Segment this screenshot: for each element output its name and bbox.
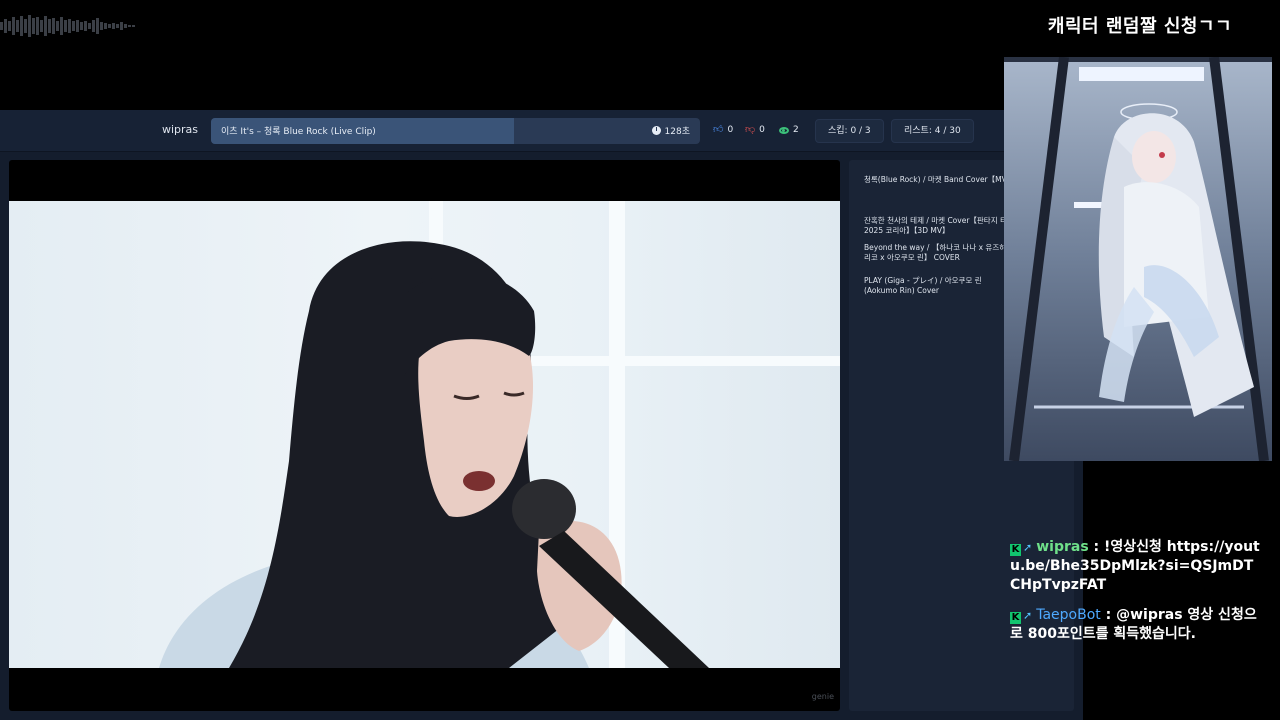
view-count: 2 xyxy=(793,125,799,135)
thumbs-up-icon: 👍︎ xyxy=(713,124,724,135)
remaining-time: 128초 xyxy=(651,124,690,137)
chat-nickname[interactable]: TaepoBot xyxy=(1036,607,1101,623)
dislike-button[interactable]: 👎︎ 0 xyxy=(745,124,765,136)
playlist-item[interactable]: Beyond the way / 【하나코 나나 x 유즈하 리코 x 아오쿠모… xyxy=(864,243,1014,263)
now-playing-title: 이츠 It's – 청록 Blue Rock (Live Clip) xyxy=(221,127,376,137)
sword-badge-icon: ➚ xyxy=(1023,541,1033,554)
skip-counter[interactable]: 스킵: 0 / 3 xyxy=(815,119,884,143)
like-count: 0 xyxy=(727,125,734,135)
playlist-item[interactable]: 잔혹한 천사의 테제 / 마켓 Cover【판타지 티빌 2025 코리아】【3… xyxy=(864,216,1014,236)
chat-message: K ➚ TaepoBot : @wipras 영상 신청으로 800포인트를 획득했… xyxy=(1010,606,1260,644)
video-frame-image xyxy=(9,201,840,668)
chat-message: K ➚ wipras : !영상신청 https://youtu.be/Bhe35D… xyxy=(1010,538,1260,595)
eye-icon xyxy=(779,126,789,134)
playlist-item[interactable]: PLAY (Giga - プレイ) / 아오쿠모 린 (Aokumo Rin) … xyxy=(864,276,1014,296)
video-watermark: genie xyxy=(811,692,834,701)
list-counter[interactable]: 리스트: 4 / 30 xyxy=(891,119,974,143)
character-artwork xyxy=(1004,57,1272,461)
singer-illustration xyxy=(159,241,709,668)
streamer-badge-icon: K xyxy=(1010,612,1021,624)
overlay-title: 캐릭터 랜덤짤 신청ㄱㄱ xyxy=(1047,16,1233,37)
clock-icon xyxy=(651,126,661,135)
like-button[interactable]: 👍︎ 0 xyxy=(713,124,734,136)
thumbs-down-icon: 👎︎ xyxy=(745,124,756,135)
streamer-badge-icon: K xyxy=(1010,544,1021,556)
dislike-count: 0 xyxy=(759,125,765,135)
now-playing-bar[interactable]: 이츠 It's – 청록 Blue Rock (Live Clip) 128초 xyxy=(211,118,700,144)
video-player[interactable]: genie xyxy=(9,160,840,711)
remaining-time-value: 128초 xyxy=(664,127,690,137)
username-label: wipras xyxy=(162,123,199,136)
view-counter: 2 xyxy=(779,125,799,135)
sword-badge-icon: ➚ xyxy=(1023,609,1033,622)
chat-nickname[interactable]: wipras xyxy=(1036,539,1088,555)
playlist-item[interactable]: 청록(Blue Rock) / 마켓 Band Cover【MV】 xyxy=(864,175,1014,185)
music-request-app: wipras 이츠 It's – 청록 Blue Rock (Live Clip… xyxy=(0,110,1083,720)
chat-panel: K ➚ wipras : !영상신청 https://youtu.be/Bhe35D… xyxy=(1010,538,1260,655)
top-bar: wipras 이츠 It's – 청록 Blue Rock (Live Clip… xyxy=(0,110,1083,152)
audio-waveform xyxy=(0,15,135,37)
